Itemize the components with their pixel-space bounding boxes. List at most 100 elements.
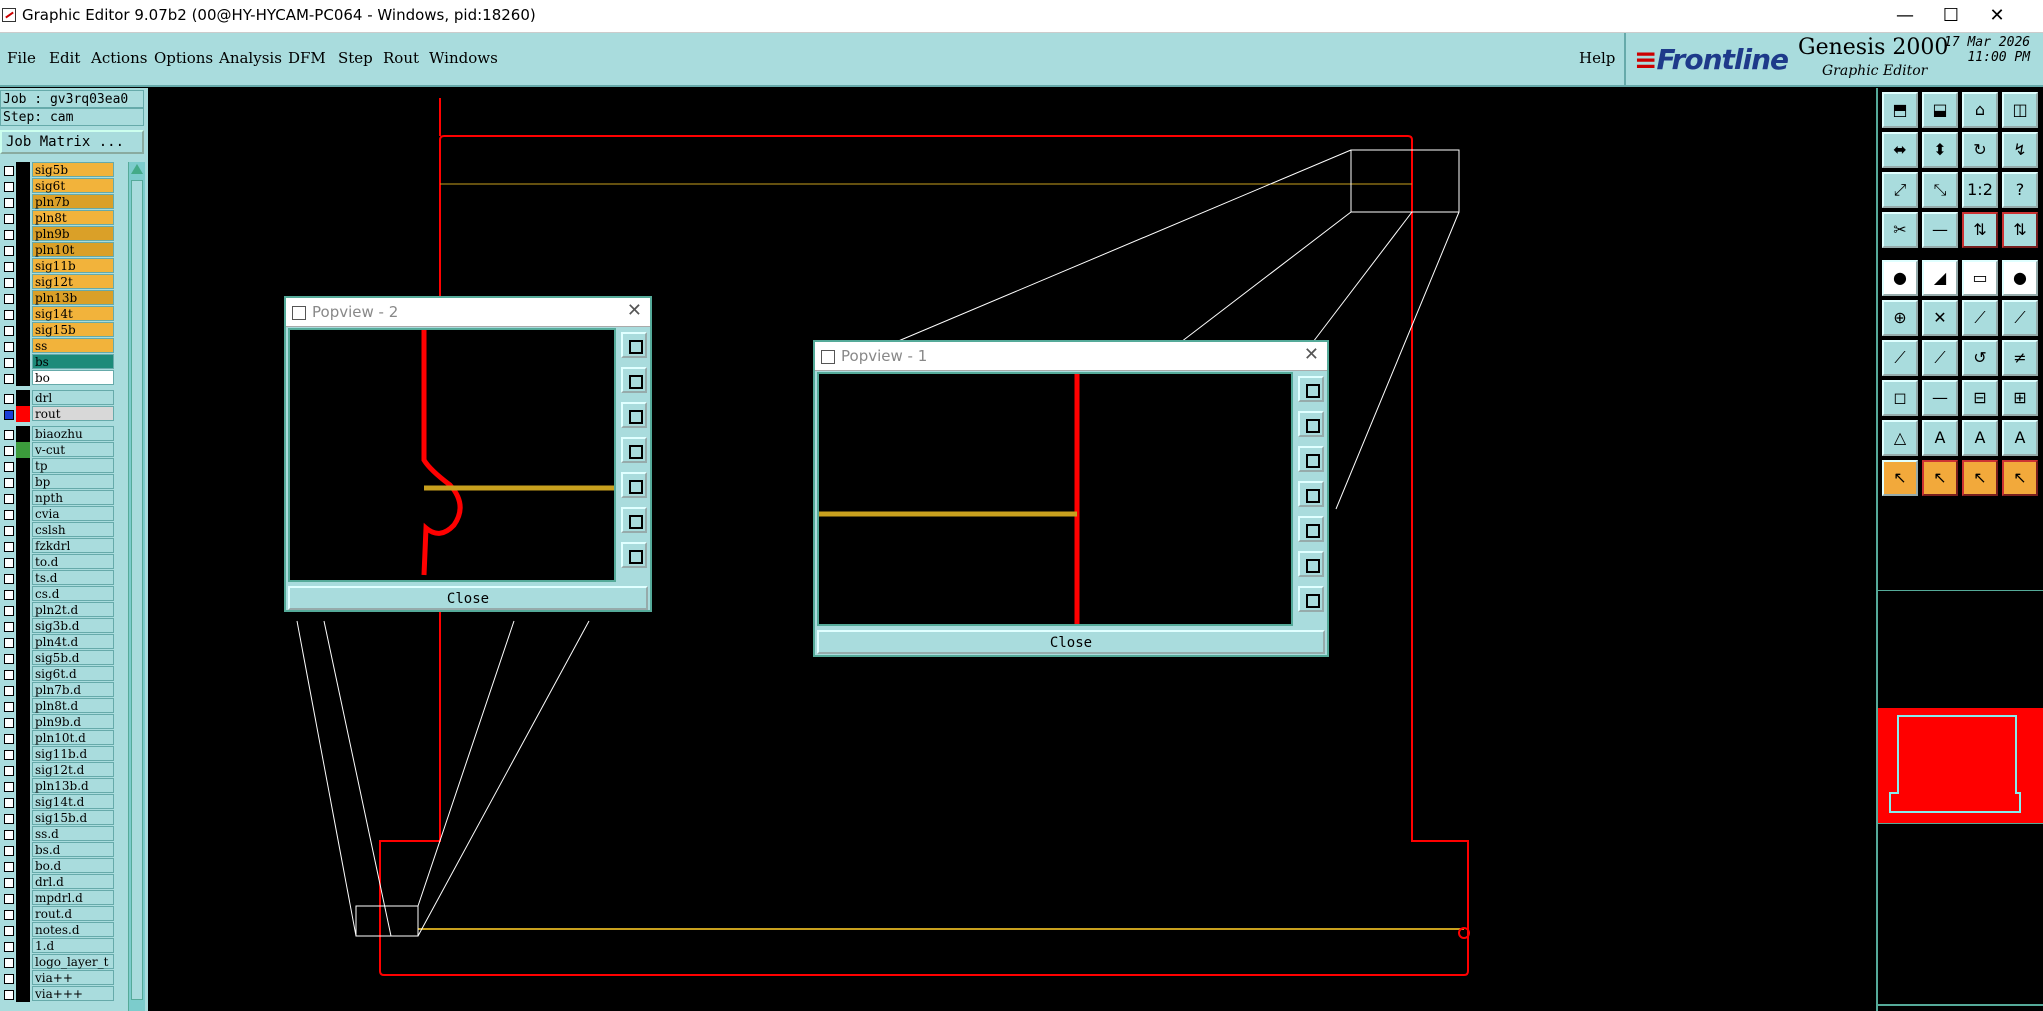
layer-checkbox[interactable]: [4, 558, 14, 568]
toolbox-button-icon[interactable]: ≠: [2002, 340, 2038, 376]
layer-name[interactable]: sig14t.d: [32, 794, 114, 809]
layer-checkbox[interactable]: [4, 798, 14, 808]
layer-checkbox[interactable]: [4, 374, 14, 384]
layer-name[interactable]: cslsh: [32, 522, 114, 537]
layer-color-swatch[interactable]: [16, 986, 30, 1002]
layer-checkbox[interactable]: [4, 574, 14, 584]
menu-actions[interactable]: Actions: [91, 49, 147, 67]
layer-color-swatch[interactable]: [16, 194, 30, 210]
layer-checkbox[interactable]: [4, 510, 14, 520]
layer-color-swatch[interactable]: [16, 442, 30, 458]
layer-name[interactable]: pln4t.d: [32, 634, 114, 649]
layer-checkbox[interactable]: [4, 878, 14, 888]
layer-checkbox[interactable]: [4, 310, 14, 320]
layer-color-swatch[interactable]: [16, 458, 30, 474]
toolbox-button-icon[interactable]: ⇅: [1962, 212, 1998, 248]
popview-tool-icon[interactable]: [1298, 516, 1324, 542]
layer-checkbox[interactable]: [4, 686, 14, 696]
layer-row[interactable]: sig12t: [0, 274, 116, 290]
layer-checkbox[interactable]: [4, 182, 14, 192]
layer-checkbox[interactable]: [4, 262, 14, 272]
layer-row[interactable]: pln4t.d: [0, 634, 116, 650]
layer-row[interactable]: pln13b.d: [0, 778, 116, 794]
layer-color-swatch[interactable]: [16, 210, 30, 226]
toolbox-button-icon[interactable]: ⬌: [1882, 132, 1918, 168]
layer-row[interactable]: mpdrl.d: [0, 890, 116, 906]
layer-name[interactable]: pln8t: [32, 210, 114, 225]
layer-checkbox[interactable]: [4, 358, 14, 368]
layer-checkbox[interactable]: [4, 638, 14, 648]
layer-checkbox[interactable]: [4, 974, 14, 984]
menu-windows[interactable]: Windows: [429, 49, 498, 67]
maximize-button[interactable]: ☐: [1928, 0, 1974, 32]
layer-checkbox[interactable]: [4, 430, 14, 440]
layer-color-swatch[interactable]: [16, 506, 30, 522]
popview-2-close-icon[interactable]: ✕: [627, 300, 642, 321]
layer-name[interactable]: via+++: [32, 986, 114, 1001]
scroll-thumb[interactable]: [131, 180, 143, 1000]
layer-name[interactable]: ss.d: [32, 826, 114, 841]
layer-name[interactable]: mpdrl.d: [32, 890, 114, 905]
toolbox-button-icon[interactable]: ⤢: [1882, 172, 1918, 208]
layer-checkbox[interactable]: [4, 410, 14, 420]
layer-row[interactable]: ts.d: [0, 570, 116, 586]
toolbox-button-icon[interactable]: ⟋: [1962, 300, 1998, 336]
popview-1-titlebar[interactable]: Popview - 1 ✕: [815, 342, 1327, 371]
layer-row[interactable]: sig5b: [0, 162, 116, 178]
layer-color-swatch[interactable]: [16, 570, 30, 586]
layer-checkbox[interactable]: [4, 198, 14, 208]
layer-name[interactable]: logo_layer_t: [32, 954, 114, 969]
popview-1-close-icon[interactable]: ✕: [1304, 344, 1319, 365]
layer-name[interactable]: sig12t.d: [32, 762, 114, 777]
toolbox-button-icon[interactable]: ✂: [1882, 212, 1918, 248]
popview-tool-icon[interactable]: [621, 367, 647, 393]
menu-analysis[interactable]: Analysis: [219, 49, 282, 67]
toolbox-button-icon[interactable]: ↖: [1962, 460, 1998, 496]
toolbox-button-icon[interactable]: ●: [2002, 260, 2038, 296]
layer-row[interactable]: sig3b.d: [0, 618, 116, 634]
layer-row[interactable]: pln8t.d: [0, 698, 116, 714]
layer-name[interactable]: 1.d: [32, 938, 114, 953]
layer-row[interactable]: pln10t.d: [0, 730, 116, 746]
layer-color-swatch[interactable]: [16, 390, 30, 406]
layer-color-swatch[interactable]: [16, 490, 30, 506]
layer-row[interactable]: tp: [0, 458, 116, 474]
layer-name[interactable]: bo: [32, 370, 114, 385]
layer-row[interactable]: cslsh: [0, 522, 116, 538]
layer-checkbox[interactable]: [4, 942, 14, 952]
layer-checkbox[interactable]: [4, 590, 14, 600]
close-window-button[interactable]: ✕: [1974, 0, 2020, 32]
toolbox-button-icon[interactable]: ◫: [2002, 92, 2038, 128]
layer-row[interactable]: rout.d: [0, 906, 116, 922]
layer-color-swatch[interactable]: [16, 162, 30, 178]
layer-row[interactable]: pln2t.d: [0, 602, 116, 618]
layer-color-swatch[interactable]: [16, 406, 30, 422]
layer-row[interactable]: sig11b.d: [0, 746, 116, 762]
layer-name[interactable]: bp: [32, 474, 114, 489]
layer-checkbox[interactable]: [4, 910, 14, 920]
layer-color-swatch[interactable]: [16, 682, 30, 698]
layer-name[interactable]: pln9b: [32, 226, 114, 241]
layer-row[interactable]: pln7b.d: [0, 682, 116, 698]
layer-row[interactable]: pln10t: [0, 242, 116, 258]
layer-name[interactable]: rout.d: [32, 906, 114, 921]
popview-2-view[interactable]: [288, 328, 616, 582]
layer-color-swatch[interactable]: [16, 474, 30, 490]
minimize-button[interactable]: —: [1882, 0, 1928, 32]
layer-row[interactable]: ss.d: [0, 826, 116, 842]
layer-color-swatch[interactable]: [16, 842, 30, 858]
layer-name[interactable]: notes.d: [32, 922, 114, 937]
popview-tool-icon[interactable]: [621, 437, 647, 463]
layer-color-swatch[interactable]: [16, 746, 30, 762]
popview-tool-icon[interactable]: [621, 332, 647, 358]
layer-checkbox[interactable]: [4, 246, 14, 256]
layer-checkbox[interactable]: [4, 958, 14, 968]
popview-tool-icon[interactable]: [621, 542, 647, 568]
layer-color-swatch[interactable]: [16, 554, 30, 570]
layer-color-swatch[interactable]: [16, 258, 30, 274]
layer-checkbox[interactable]: [4, 446, 14, 456]
layer-color-swatch[interactable]: [16, 586, 30, 602]
layer-name[interactable]: pln13b.d: [32, 778, 114, 793]
layer-checkbox[interactable]: [4, 846, 14, 856]
layer-row[interactable]: cs.d: [0, 586, 116, 602]
